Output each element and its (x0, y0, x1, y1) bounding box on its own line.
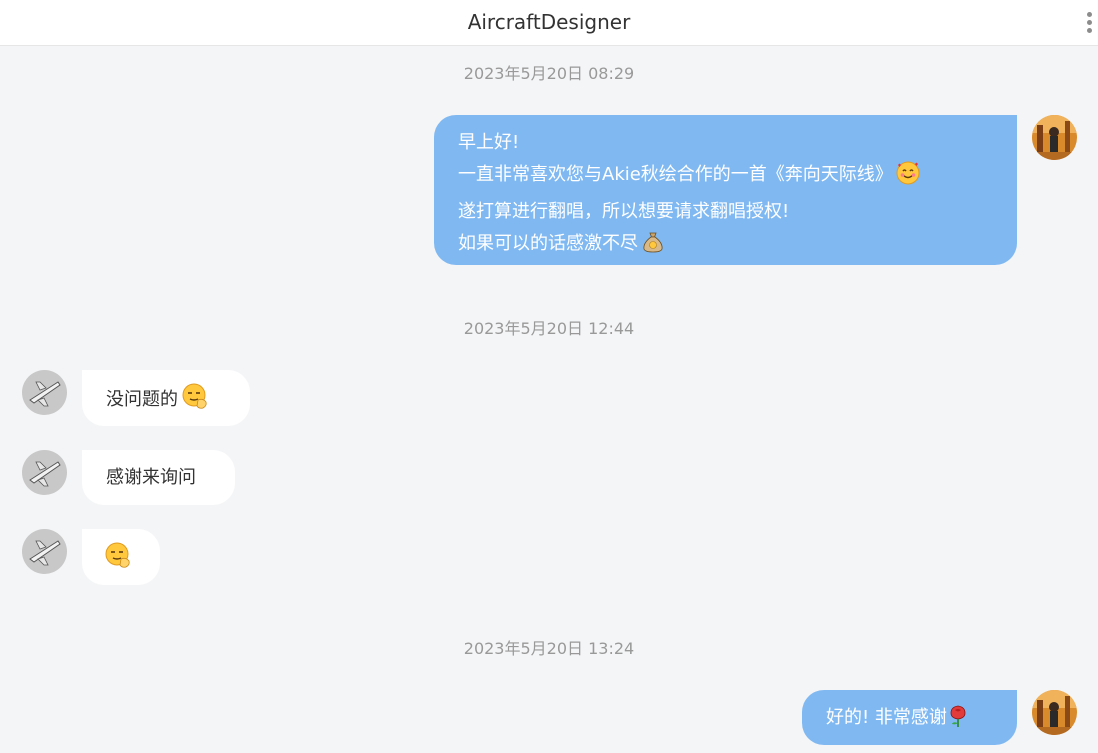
my-avatar[interactable] (1032, 690, 1077, 735)
message-text-line: 一直非常喜欢您与Akie秋绘合作的一首《奔向天际线》 (458, 159, 993, 196)
chat-title: AircraftDesigner (467, 10, 631, 34)
message-bubble-outgoing[interactable]: 早上好! 一直非常喜欢您与Akie秋绘合作的一首《奔向天际线》 遂打算进行翻唱，… (434, 115, 1017, 265)
message-text-line: 早上好! (458, 132, 520, 153)
contact-avatar[interactable] (22, 529, 67, 574)
smiling-face-with-hearts-emoji (896, 161, 920, 196)
chat-header: AircraftDesigner (0, 0, 1098, 46)
message-text-line: 遂打算进行翻唱，所以想要请求翻唱授权! (458, 201, 790, 222)
message-text: 没问题的 (106, 389, 178, 410)
message-bubble-outgoing[interactable]: 好的! 非常感谢 (802, 690, 1017, 745)
contact-avatar[interactable] (22, 370, 67, 415)
my-avatar[interactable] (1032, 115, 1077, 160)
message-text: 好的! 非常感谢 (826, 707, 947, 728)
contact-avatar[interactable] (22, 450, 67, 495)
message-bubble-incoming[interactable] (82, 529, 160, 585)
timestamp: 2023年5月20日 13:24 (463, 639, 635, 658)
shushing-face-emoji (104, 541, 132, 580)
message-text: 感谢来询问 (106, 467, 196, 488)
shushing-face-emoji (181, 382, 209, 421)
rose-emoji (947, 704, 969, 739)
message-bubble-incoming[interactable]: 没问题的 (82, 370, 250, 426)
money-bag-emoji (641, 230, 665, 265)
message-bubble-incoming[interactable]: 感谢来询问 (82, 450, 235, 505)
timestamp: 2023年5月20日 12:44 (463, 319, 635, 338)
message-text-line: 如果可以的话感激不尽 (458, 228, 993, 265)
timestamp: 2023年5月20日 08:29 (463, 64, 635, 83)
more-vertical-icon[interactable] (1082, 8, 1098, 36)
